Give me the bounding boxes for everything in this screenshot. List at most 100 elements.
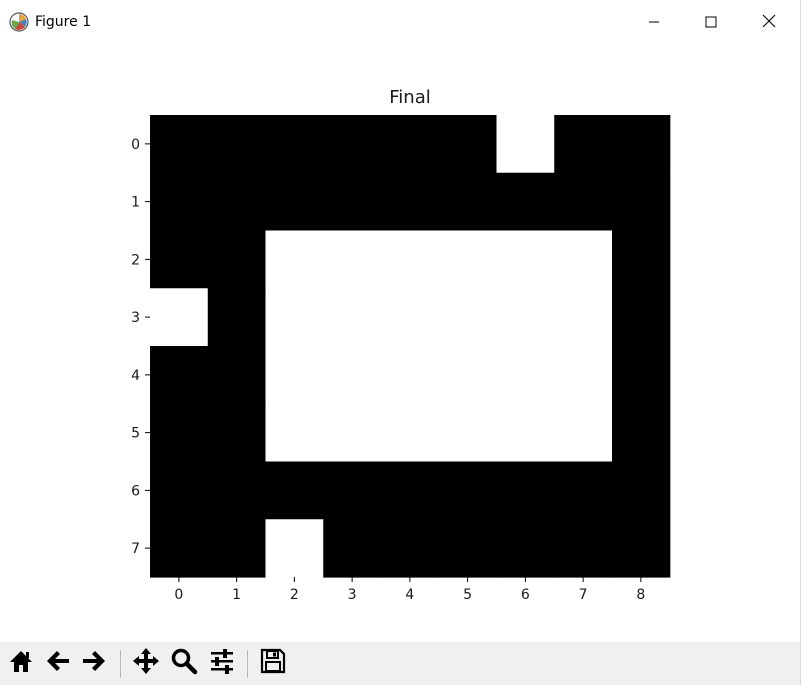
heatmap-cell [381,346,440,405]
heatmap-cell [438,288,498,347]
heatmap-cell [323,461,382,520]
heatmap-cell [150,403,209,463]
heatmap-cell [265,230,324,289]
pan-button[interactable] [130,647,162,679]
heatmap-cell [323,115,382,174]
heatmap-cell [612,230,671,289]
heatmap-cell [612,403,671,463]
close-icon [762,13,776,32]
heatmap-cell [265,288,324,347]
heatmap-cell [381,115,440,174]
heatmap-cell [265,519,324,578]
heatmap-cell [207,115,267,174]
minimize-button[interactable] [626,0,682,44]
arrow-left-icon [44,647,72,679]
window-title: Figure 1 [35,14,92,30]
heatmap-cell [323,403,382,463]
y-tick-label: 2 [131,252,140,268]
heatmap-cell [207,461,267,520]
magnifier-icon [170,647,198,679]
save-button[interactable] [257,647,289,679]
chart-title: Final [389,87,430,108]
heatmap-cell [381,230,440,289]
y-axis: 0 1 2 3 4 5 6 7 [131,137,150,557]
close-button[interactable] [741,0,797,44]
heatmap-cell [612,346,671,405]
configure-subplots-button[interactable] [206,647,238,679]
matplotlib-icon [9,12,29,32]
heatmap-cell [150,288,209,347]
heatmap-cell [554,346,613,405]
x-tick-label: 5 [463,587,472,603]
heatmap-cell [496,230,555,289]
heatmap-cell [438,172,498,232]
heatmap-cell [554,403,613,463]
heatmap-cell [612,461,671,520]
arrow-right-icon [80,647,108,679]
heatmap-cell [150,115,209,174]
heatmap-cell [554,288,613,347]
heatmap-cell [496,403,555,463]
heatmap-cell [323,346,382,405]
heatmap-cell [612,115,671,174]
y-tick-label: 1 [131,195,140,211]
maximize-button[interactable] [683,0,739,44]
heatmap-cell [381,288,440,347]
heatmap-cell [496,288,555,347]
heatmap-cell [438,230,498,289]
heatmap-cell [554,172,613,232]
heatmap-cell [323,230,382,289]
x-tick-label: 6 [521,587,530,603]
heatmap-cell [323,519,382,578]
y-tick-label: 3 [131,310,140,326]
x-tick-label: 1 [232,587,241,603]
heatmap-cell [554,519,613,578]
heatmap-cell [554,461,613,520]
heatmap-cell [265,115,324,174]
y-tick-label: 5 [131,426,140,442]
title-bar[interactable]: Figure 1 [0,0,800,44]
figure-canvas[interactable]: Final 0 1 2 3 4 5 6 7 8 0 1 2 3 4 5 6 7 [0,44,800,642]
heatmap-cell [150,519,209,578]
forward-button[interactable] [78,647,110,679]
heatmap-cell [438,519,498,578]
heatmap-cell [438,403,498,463]
heatmap-cell [207,346,267,405]
home-button[interactable] [5,647,37,679]
heatmap-cell [265,461,324,520]
heatmap-cell [207,403,267,463]
maximize-icon [705,13,717,32]
heatmap-cell [496,519,555,578]
heatmap-cell [496,461,555,520]
x-tick-label: 4 [405,587,414,603]
y-tick-label: 7 [131,541,140,557]
x-tick-label: 3 [348,587,357,603]
heatmap-cell [207,288,267,347]
heatmap-cell [496,115,555,174]
floppy-disk-icon [259,647,287,679]
heatmap-cell [207,230,267,289]
x-tick-label: 8 [636,587,645,603]
heatmap-cell [207,172,267,232]
minimize-icon [648,13,660,32]
heatmap-cell [150,172,209,232]
x-tick-label: 0 [174,587,183,603]
heatmap-cell [265,403,324,463]
heatmap-cell [612,288,671,347]
x-tick-label: 7 [579,587,588,603]
heatmap-cell [150,230,209,289]
x-tick-label: 2 [290,587,299,603]
toolbar-separator [120,650,121,678]
heatmap-cell [496,172,555,232]
heatmap-cell [381,403,440,463]
heatmap-cell [438,346,498,405]
heatmap-cell [150,461,209,520]
back-button[interactable] [42,647,74,679]
y-tick-label: 4 [131,368,140,384]
heatmap-cell [554,115,613,174]
zoom-button[interactable] [168,647,200,679]
heatmap-cell [381,172,440,232]
heatmap-cell [381,461,440,520]
heatmap-cell [496,346,555,405]
heatmap-cells [150,115,671,578]
